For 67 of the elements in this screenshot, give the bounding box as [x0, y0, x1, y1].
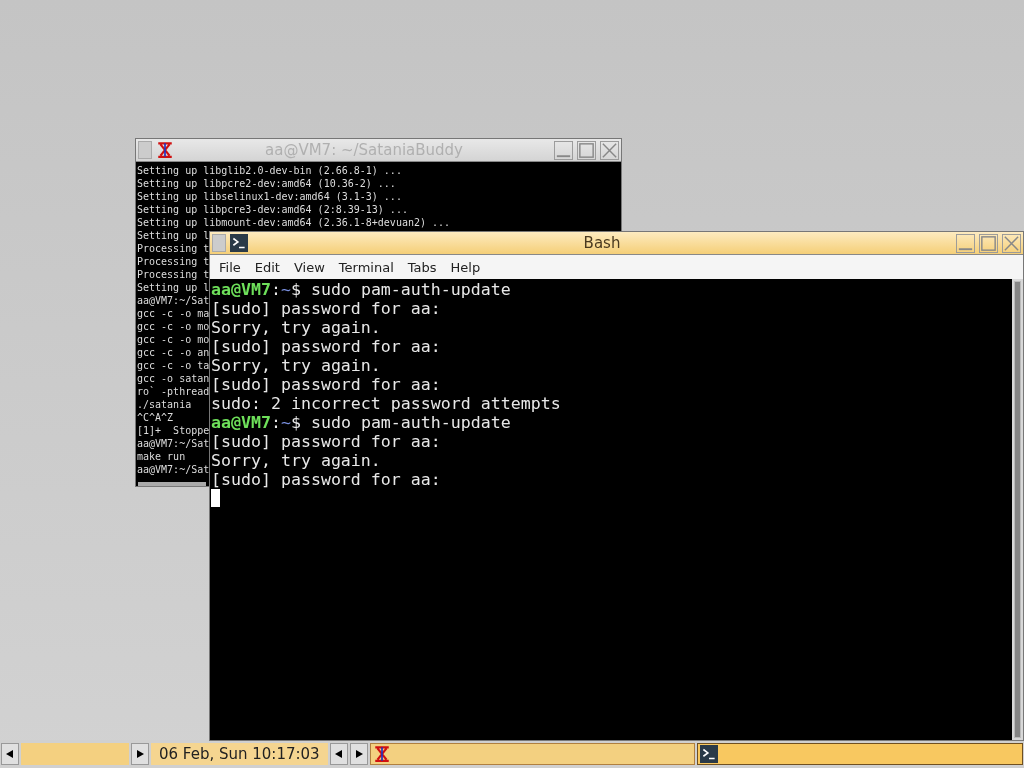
- terminal-line: Sorry, try again.: [211, 451, 381, 470]
- terminal-line: aa@VM7:~/Sat: [137, 294, 210, 307]
- terminal-line: Sorry, try again.: [211, 356, 381, 375]
- terminal-line: aa@VM7:~$ sudo pam-auth-update: [211, 280, 511, 299]
- left-arrow-button[interactable]: [329, 743, 348, 765]
- terminal-line: [sudo] password for aa:: [211, 337, 441, 356]
- maximize-button[interactable]: [577, 140, 596, 160]
- terminal-line: Processing t: [137, 268, 210, 281]
- left-triangle-icon: [334, 750, 343, 758]
- terminal-line: gcc -c -o ma: [137, 307, 210, 320]
- window-menu-button[interactable]: [138, 141, 152, 159]
- right-triangle-icon: [136, 750, 144, 758]
- terminal-line: Setting up l: [137, 281, 210, 294]
- terminal-icon: [700, 745, 719, 763]
- terminal-line: Setting up libpcre2-dev:amd64 (10.36-2) ...: [137, 177, 396, 190]
- terminal-line: [sudo] password for aa:: [211, 470, 441, 489]
- terminal-line: Setting up libselinux1-dev:amd64 (3.1-3) ...: [137, 190, 402, 203]
- maximize-button[interactable]: [979, 233, 998, 253]
- terminal-line: Processing t: [137, 255, 210, 268]
- menu-item[interactable]: File: [212, 259, 248, 275]
- close-button[interactable]: [600, 140, 619, 160]
- window-menu-button[interactable]: [212, 234, 226, 252]
- menu-item[interactable]: Edit: [247, 259, 287, 275]
- x-logo-icon: [372, 745, 391, 763]
- x-logo-icon: [156, 141, 174, 159]
- workspace-field[interactable]: [21, 743, 129, 765]
- terminal-line: Setting up libglib2.0-dev-bin (2.66.8-1) ...: [137, 164, 402, 177]
- right-arrow-button[interactable]: [131, 743, 149, 765]
- terminal-line: [1]+ Stoppe: [137, 424, 210, 437]
- terminal-line: [sudo] password for aa:: [211, 375, 441, 394]
- terminal-line: aa@VM7:~/Sat: [137, 437, 210, 450]
- terminal-line: ^C^A^Z: [137, 411, 174, 424]
- terminal-line: [sudo] password for aa:: [211, 299, 441, 318]
- clock: 06 Feb, Sun 10:17:03: [151, 743, 328, 765]
- terminal-line: gcc -c -o mo: [137, 320, 210, 333]
- right-triangle-icon: [354, 750, 363, 758]
- terminal-line: Setting up libmount-dev:amd64 (2.36.1-8+devuan2) ...: [137, 216, 451, 229]
- terminal-line: gcc -c -o ta: [137, 359, 210, 372]
- terminal-line: Processing t: [137, 242, 210, 255]
- menu-item[interactable]: Tabs: [400, 259, 444, 275]
- terminal-line: Setting up libpcre3-dev:amd64 (2:8.39-13) ...: [137, 203, 408, 216]
- menu-item[interactable]: Terminal: [331, 259, 401, 275]
- terminal-line: make run: [137, 450, 186, 463]
- window-title: Bash: [582, 234, 622, 252]
- terminal-line: gcc -c -o mo: [137, 333, 210, 346]
- terminal-line: ro` -pthread: [137, 385, 210, 398]
- menu-item[interactable]: Help: [443, 259, 488, 275]
- minimize-button[interactable]: [554, 140, 573, 160]
- terminal-icon: [230, 234, 248, 252]
- terminal-line: sudo: 2 incorrect password attempts: [211, 394, 561, 413]
- terminal-line: Sorry, try again.: [211, 318, 381, 337]
- terminal-line: Setting up l: [137, 229, 210, 242]
- left-triangle-icon: [6, 750, 14, 758]
- minimize-button[interactable]: [956, 233, 975, 253]
- taskbar-button[interactable]: [697, 743, 1023, 765]
- scrollbar: [138, 482, 206, 486]
- terminal-line: aa@VM7:~/Sat: [137, 463, 210, 476]
- right-arrow-button[interactable]: [349, 743, 368, 765]
- terminal-line: aa@VM7:~$ sudo pam-auth-update: [211, 413, 511, 432]
- terminal-line: gcc -o satan: [137, 372, 210, 385]
- terminal-line: gcc -c -o an: [137, 346, 210, 359]
- terminal-line: ./satania: [137, 398, 192, 411]
- terminal-line: [sudo] password for aa:: [211, 432, 441, 451]
- left-arrow-button[interactable]: [1, 743, 19, 765]
- close-button[interactable]: [1002, 233, 1021, 253]
- text-cursor: [211, 489, 220, 507]
- menu-item[interactable]: View: [286, 259, 332, 275]
